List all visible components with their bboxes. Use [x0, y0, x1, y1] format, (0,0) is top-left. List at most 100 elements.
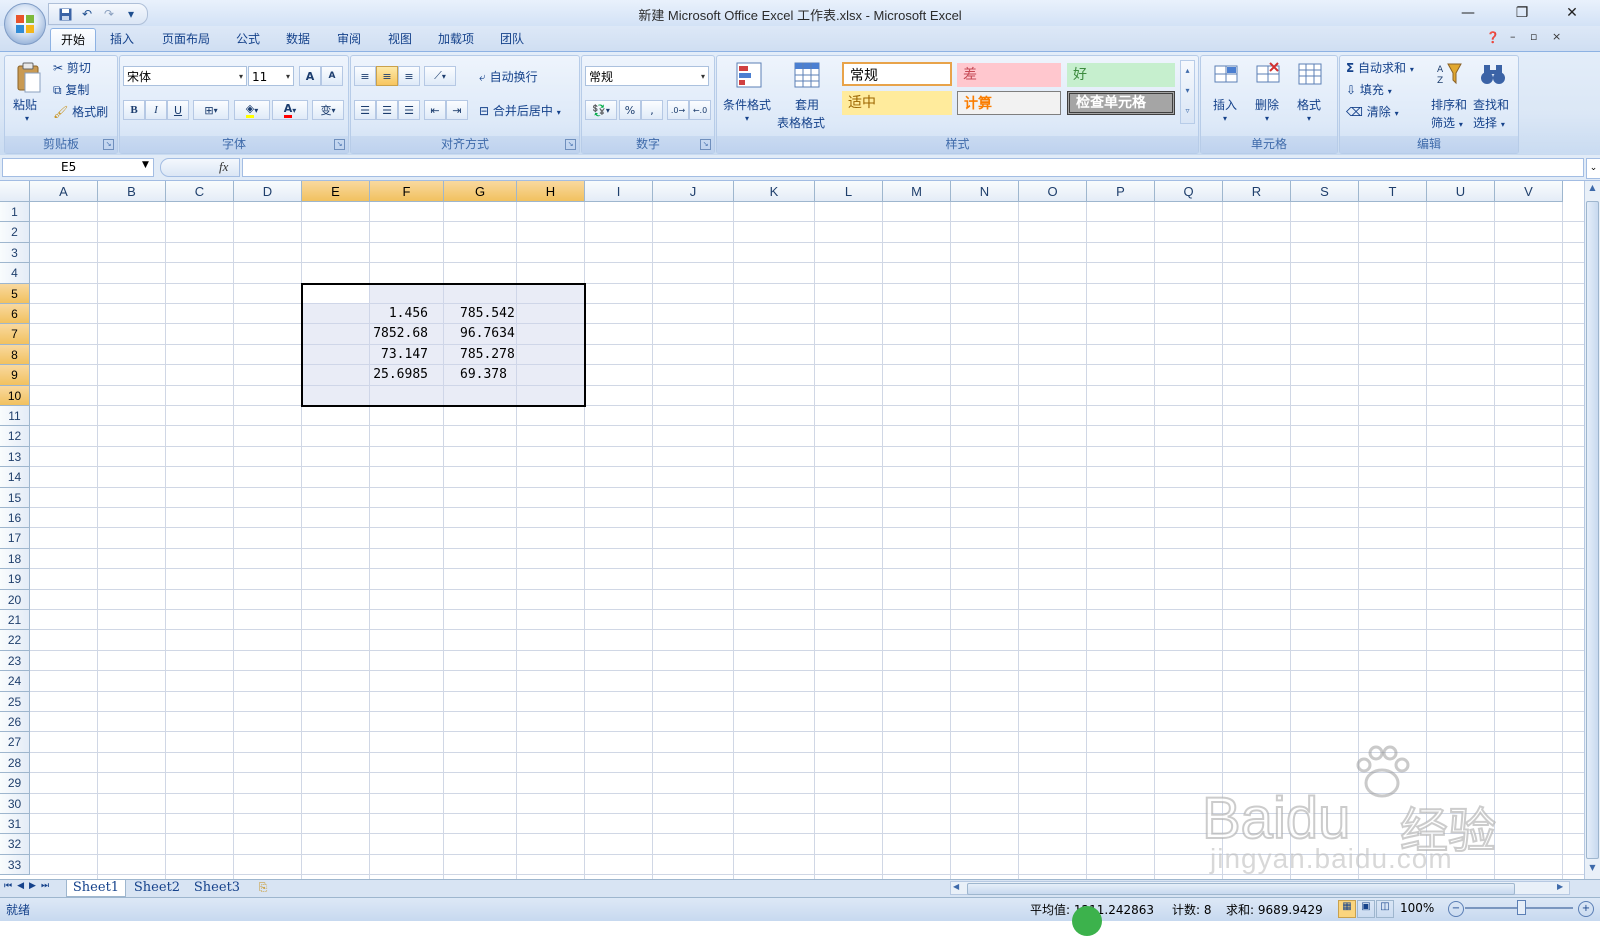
formula-input[interactable]	[242, 158, 1584, 177]
autosum-button[interactable]: Σ 自动求和 ▾	[1346, 59, 1414, 76]
row-header-10[interactable]: 10	[0, 385, 30, 406]
row-header-28[interactable]: 28	[0, 752, 30, 774]
conditional-format-icon[interactable]	[735, 61, 763, 92]
row-header-15[interactable]: 15	[0, 487, 30, 508]
tab-addins[interactable]: 加载项	[430, 28, 482, 51]
column-header-n[interactable]: N	[951, 181, 1019, 202]
tab-formulas[interactable]: 公式	[228, 28, 268, 51]
table-format-label-2[interactable]: 表格格式	[777, 114, 825, 131]
styles-gallery-scroll[interactable]: ▴ ▾ ▿	[1180, 60, 1195, 124]
sort-filter-label-1[interactable]: 排序和	[1431, 96, 1467, 113]
row-header-9[interactable]: 9	[0, 365, 30, 386]
underline-button[interactable]: U	[167, 100, 189, 120]
cut-button[interactable]: ✂ 剪切	[53, 59, 91, 76]
borders-button[interactable]: ⊞ ▾	[193, 100, 229, 120]
tab-insert[interactable]: 插入	[102, 28, 142, 51]
find-select-label-2[interactable]: 选择 ▾	[1473, 114, 1505, 131]
align-bottom-icon[interactable]: ≡	[398, 66, 420, 86]
insert-cells-label[interactable]: 插入	[1213, 96, 1237, 113]
sheet-nav-icons[interactable]: ⏮◀▶⏭	[4, 881, 54, 891]
font-name-combo[interactable]: 宋体 ▾	[123, 66, 247, 86]
wrap-text-button[interactable]: ⤶ 自动换行	[479, 68, 538, 85]
decrease-decimal-icon[interactable]: ←.0	[689, 100, 711, 120]
tab-view[interactable]: 视图	[380, 28, 420, 51]
tab-page-layout[interactable]: 页面布局	[154, 28, 218, 51]
column-header-j[interactable]: J	[653, 181, 734, 202]
cell-g8[interactable]: 785.278	[444, 347, 515, 362]
delete-cells-icon[interactable]	[1255, 61, 1281, 90]
bold-button[interactable]: B	[123, 100, 145, 120]
currency-icon[interactable]: 💱 ▾	[585, 100, 617, 120]
number-format-combo[interactable]: 常规 ▾	[585, 66, 709, 86]
column-header-i[interactable]: I	[585, 181, 653, 202]
sheet-tab-sheet1[interactable]: Sheet1	[66, 880, 126, 897]
align-middle-icon[interactable]: ≡	[376, 66, 398, 86]
tab-team[interactable]: 团队	[492, 28, 532, 51]
tab-review[interactable]: 审阅	[329, 28, 369, 51]
paste-label[interactable]: 粘贴	[13, 96, 37, 113]
scroll-left-icon[interactable]: ◀	[953, 882, 959, 891]
name-box-dropdown-icon[interactable]: ▼	[142, 160, 149, 170]
style-calculation[interactable]: 计算	[957, 91, 1061, 115]
column-header-v[interactable]: V	[1495, 181, 1563, 202]
column-header-m[interactable]: M	[883, 181, 951, 202]
horizontal-scroll-thumb[interactable]	[967, 883, 1515, 895]
tab-data[interactable]: 数据	[278, 28, 318, 51]
style-good[interactable]: 好	[1067, 63, 1175, 87]
row-header-33[interactable]: 33	[0, 854, 30, 876]
row-header-8[interactable]: 8	[0, 344, 30, 366]
column-header-c[interactable]: C	[166, 181, 234, 202]
cell-g7[interactable]: 96.7634	[444, 326, 515, 341]
paste-dropdown-icon[interactable]: ▾	[25, 114, 29, 123]
table-format-icon[interactable]	[793, 61, 821, 92]
copy-button[interactable]: ⧉ 复制	[53, 81, 89, 98]
row-header-31[interactable]: 31	[0, 814, 30, 835]
column-header-l[interactable]: L	[815, 181, 883, 202]
font-launcher-icon[interactable]: ↘	[334, 139, 345, 150]
cell-f9[interactable]: 25.6985	[370, 367, 428, 382]
comma-button[interactable]: ,	[641, 100, 663, 120]
row-header-11[interactable]: 11	[0, 406, 30, 427]
cell-f7[interactable]: 7852.68	[370, 326, 428, 341]
align-right-icon[interactable]: ☰	[398, 100, 420, 120]
binoculars-icon[interactable]	[1480, 61, 1506, 90]
horizontal-scrollbar[interactable]: ◀ ▶	[950, 881, 1570, 895]
workbook-close-icon[interactable]: ×	[1552, 30, 1561, 43]
format-cells-icon[interactable]	[1297, 61, 1323, 90]
column-header-o[interactable]: O	[1019, 181, 1087, 202]
help-icon[interactable]: ❓	[1486, 31, 1500, 44]
percent-button[interactable]: %	[619, 100, 641, 120]
zoom-in-icon[interactable]: +	[1578, 901, 1594, 917]
sheet-tab-sheet2[interactable]: Sheet2	[130, 880, 184, 896]
page-layout-view-icon[interactable]: ▣	[1357, 900, 1375, 918]
font-color-button[interactable]: A ▾	[272, 100, 308, 120]
row-header-3[interactable]: 3	[0, 242, 30, 264]
column-header-h[interactable]: H	[517, 181, 585, 202]
italic-button[interactable]: I	[145, 100, 167, 120]
number-launcher-icon[interactable]: ↘	[700, 139, 711, 150]
row-header-17[interactable]: 17	[0, 528, 30, 549]
orientation-icon[interactable]: ⟋ ▾	[424, 66, 456, 86]
align-left-icon[interactable]: ☰	[354, 100, 376, 120]
grow-font-button[interactable]: A	[299, 66, 321, 86]
row-header-32[interactable]: 32	[0, 834, 30, 855]
restore-button[interactable]: ❐	[1502, 2, 1542, 24]
shrink-font-button[interactable]: A	[321, 66, 343, 86]
zoom-level[interactable]: 100%	[1400, 901, 1434, 915]
font-size-combo[interactable]: 11 ▾	[248, 66, 294, 86]
merge-center-button[interactable]: ⊟ 合并后居中 ▾	[479, 102, 561, 119]
chevron-down-icon[interactable]: ▾	[1223, 114, 1227, 123]
chevron-down-icon[interactable]: ▾	[1307, 114, 1311, 123]
row-header-19[interactable]: 19	[0, 569, 30, 590]
row-header-26[interactable]: 26	[0, 712, 30, 733]
format-cells-label[interactable]: 格式	[1297, 96, 1321, 113]
row-header-21[interactable]: 21	[0, 610, 30, 631]
column-header-e[interactable]: E	[302, 181, 370, 202]
row-header-27[interactable]: 27	[0, 732, 30, 753]
cell-f6[interactable]: 1.456	[370, 306, 428, 321]
delete-cells-label[interactable]: 删除	[1255, 96, 1279, 113]
phonetic-button[interactable]: 变 ▾	[312, 100, 344, 120]
ribbon-minimize-icon[interactable]: –	[1510, 30, 1516, 43]
row-header-18[interactable]: 18	[0, 548, 30, 570]
alignment-launcher-icon[interactable]: ↘	[565, 139, 576, 150]
